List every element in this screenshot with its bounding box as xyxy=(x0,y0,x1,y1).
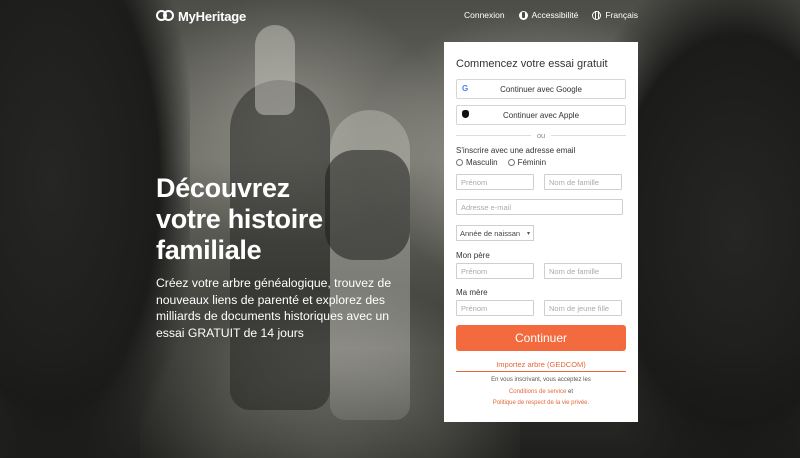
grass-shadow xyxy=(0,348,800,458)
father-first-name-input[interactable]: Prénom xyxy=(456,263,534,279)
gender-female-label: Féminin xyxy=(517,158,547,167)
google-button-label: Continuer avec Google xyxy=(500,84,582,94)
logo-text: MyHeritage xyxy=(178,8,247,24)
email-input[interactable]: Adresse e-mail xyxy=(456,199,623,215)
gedcom-import-link[interactable]: Importez arbre (GEDCOM) xyxy=(456,360,626,372)
myheritage-logo-icon xyxy=(156,9,174,23)
chevron-down-icon: ▾ xyxy=(526,230,530,237)
gender-radio-group: Masculin Féminin xyxy=(456,158,626,167)
accessibility-icon xyxy=(518,10,528,20)
google-signin-button[interactable]: G Continuer avec Google xyxy=(456,79,626,99)
gender-male-radio[interactable]: Masculin xyxy=(456,158,498,167)
father-row: Prénom Nom de famille xyxy=(456,263,626,279)
hero-title: Découvrez votre histoire familiale xyxy=(156,173,406,266)
father-last-name-input[interactable]: Nom de famille xyxy=(544,263,622,279)
signup-card: Commencez votre essai gratuit G Continue… xyxy=(444,42,638,422)
father-label: Mon père xyxy=(456,251,490,260)
language-label: Français xyxy=(605,10,638,20)
hero-title-line-2: votre histoire xyxy=(156,204,323,234)
accessibility-label: Accessibilité xyxy=(531,10,579,20)
birth-year-value: Année de naissan xyxy=(460,228,521,238)
login-label: Connexion xyxy=(463,10,505,20)
terms-text: En vous inscrivant, vous acceptez les xyxy=(491,377,591,383)
site-logo[interactable]: MyHeritage xyxy=(156,8,246,24)
apple-button-label: Continuer avec Apple xyxy=(502,110,580,120)
or-label: ou xyxy=(536,131,546,140)
accessibility-link[interactable]: Accessibilité xyxy=(518,10,579,20)
radio-circle-icon xyxy=(456,159,463,166)
radio-circle-icon xyxy=(507,159,515,166)
top-nav: Connexion Accessibilité Français xyxy=(464,10,638,20)
globe-icon xyxy=(592,10,602,20)
continue-button[interactable]: Continuer xyxy=(456,325,626,351)
terms-notice: En vous inscrivant, vous acceptez les Co… xyxy=(456,375,626,410)
gender-female-radio[interactable]: Féminin xyxy=(507,158,547,167)
mother-maiden-name-input[interactable]: Nom de jeune fille xyxy=(544,300,622,316)
terms-of-service-link[interactable]: Conditions de service xyxy=(509,389,566,395)
privacy-policy-link[interactable]: Politique de respect de la vie privée. xyxy=(493,400,589,406)
hero-title-line-3: familiale xyxy=(156,235,262,265)
login-link[interactable]: Connexion xyxy=(464,10,505,20)
language-selector[interactable]: Français xyxy=(592,10,638,20)
terms-and-text: et xyxy=(568,388,574,395)
signup-title: Commencez votre essai gratuit xyxy=(456,58,608,70)
apple-signin-button[interactable]: Continuer avec Apple xyxy=(456,105,626,125)
photo-child-figure xyxy=(255,25,295,115)
mother-label: Ma mère xyxy=(456,288,488,297)
or-divider: ou xyxy=(456,131,626,140)
hero-subtitle: Créez votre arbre généalogique, trouvez … xyxy=(156,276,392,340)
mother-first-name-input[interactable]: Prénom xyxy=(456,300,534,316)
hero-title-line-1: Découvrez xyxy=(156,173,290,203)
email-signup-label: S'inscrire avec une adresse email xyxy=(456,146,576,155)
birth-year-select[interactable]: Année de naissan ▾ xyxy=(456,225,534,241)
hero-section: Découvrez votre histoire familiale Créez… xyxy=(156,173,406,341)
last-name-input[interactable]: Nom de famille xyxy=(544,174,622,190)
gender-male-label: Masculin xyxy=(466,158,498,167)
mother-row: Prénom Nom de jeune fille xyxy=(456,300,626,316)
first-name-input[interactable]: Prénom xyxy=(456,174,534,190)
name-row: Prénom Nom de famille xyxy=(456,174,626,190)
